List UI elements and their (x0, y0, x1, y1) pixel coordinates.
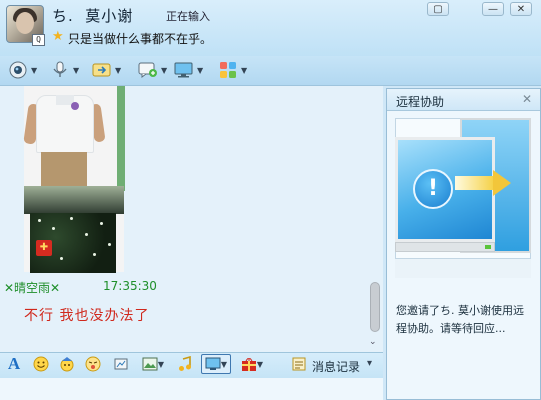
sms-icon (138, 61, 158, 79)
voice-icon (50, 61, 70, 79)
image-detail (24, 186, 124, 214)
message-input[interactable] (0, 378, 383, 400)
video-icon (8, 61, 28, 79)
image-detail (41, 152, 87, 186)
contact-signature: 只是当做什么事都不在乎。 (68, 32, 213, 46)
apps-icon (218, 61, 238, 79)
close-button[interactable]: ✕ (510, 2, 532, 16)
gift-icon (241, 358, 256, 371)
qq-status-badge: Q (32, 34, 45, 46)
image-button[interactable]: ▼ (140, 355, 166, 373)
remote-assist-title: 远程协助 (396, 95, 445, 109)
sticker-button[interactable] (84, 355, 102, 373)
window-menu-button[interactable]: ▢ (427, 2, 449, 16)
chevron-down-icon[interactable]: ▼ (115, 66, 121, 75)
monitor-base (395, 242, 495, 252)
video-call-button[interactable]: ▼ (8, 58, 37, 82)
smiley-icon (33, 356, 49, 372)
file-transfer-button[interactable]: ▼ (92, 58, 121, 82)
image-icon (142, 357, 158, 371)
star-icon: ★ (52, 29, 64, 44)
emoji-button[interactable] (32, 355, 50, 373)
chevron-down-icon[interactable]: ▼ (31, 66, 37, 75)
collapse-chevron-icon[interactable]: ⌄ (369, 337, 377, 347)
message-time: 17:35:30 (103, 279, 157, 293)
gift-icon: ✚ (36, 240, 52, 256)
sticker-icon (85, 356, 101, 372)
history-icon (290, 355, 308, 373)
remote-assist-close-icon[interactable]: ✕ (522, 92, 532, 106)
message-text: 不行 我也没办法了 (24, 308, 150, 324)
image-edge (117, 86, 125, 191)
message-sender: ✕晴空雨✕ (4, 281, 61, 295)
history-dropdown-icon[interactable]: ▾ (367, 358, 372, 369)
voice-call-button[interactable]: ▼ (50, 58, 79, 82)
gift-button[interactable]: ▼ (238, 355, 266, 373)
minimize-button[interactable]: — (482, 2, 504, 16)
file-transfer-icon (92, 61, 112, 79)
window-shake-icon (114, 358, 128, 370)
exclamation-icon: ! (413, 169, 453, 209)
arrow-icon (455, 176, 493, 190)
remote-desktop-icon (174, 61, 194, 79)
chat-toolbar (0, 56, 541, 86)
magic-face-icon (60, 357, 74, 372)
chevron-down-icon[interactable]: ▼ (161, 66, 167, 75)
magic-emoji-button[interactable] (58, 355, 76, 373)
message-history-button[interactable]: 消息记录 (312, 358, 360, 375)
remote-desktop-button[interactable]: ▼ (174, 58, 203, 82)
arrow-head-icon (493, 170, 511, 196)
screenshot-button[interactable]: ▼ (201, 354, 231, 374)
font-button[interactable]: A (5, 354, 23, 373)
music-button[interactable] (176, 355, 194, 373)
monitor-led (485, 245, 491, 249)
apps-button[interactable]: ▼ (218, 58, 247, 82)
contact-name[interactable]: ち. 莫小谢 (52, 5, 133, 26)
music-icon (179, 356, 191, 371)
chevron-down-icon[interactable]: ▼ (73, 66, 79, 75)
typing-status: 正在输入 (166, 10, 210, 23)
scroll-thumb[interactable] (370, 282, 380, 332)
remote-assist-message: 您邀请了ち. 莫小谢使用远程协助。请等待回应... (396, 304, 524, 335)
illustration-footer (395, 258, 531, 278)
sms-button[interactable]: ▼ (138, 58, 167, 82)
image-detail (71, 102, 79, 110)
shake-button[interactable] (112, 355, 130, 373)
screenshot-icon (205, 357, 221, 370)
chevron-down-icon[interactable]: ▼ (197, 66, 203, 75)
chevron-down-icon[interactable]: ▼ (241, 66, 247, 75)
